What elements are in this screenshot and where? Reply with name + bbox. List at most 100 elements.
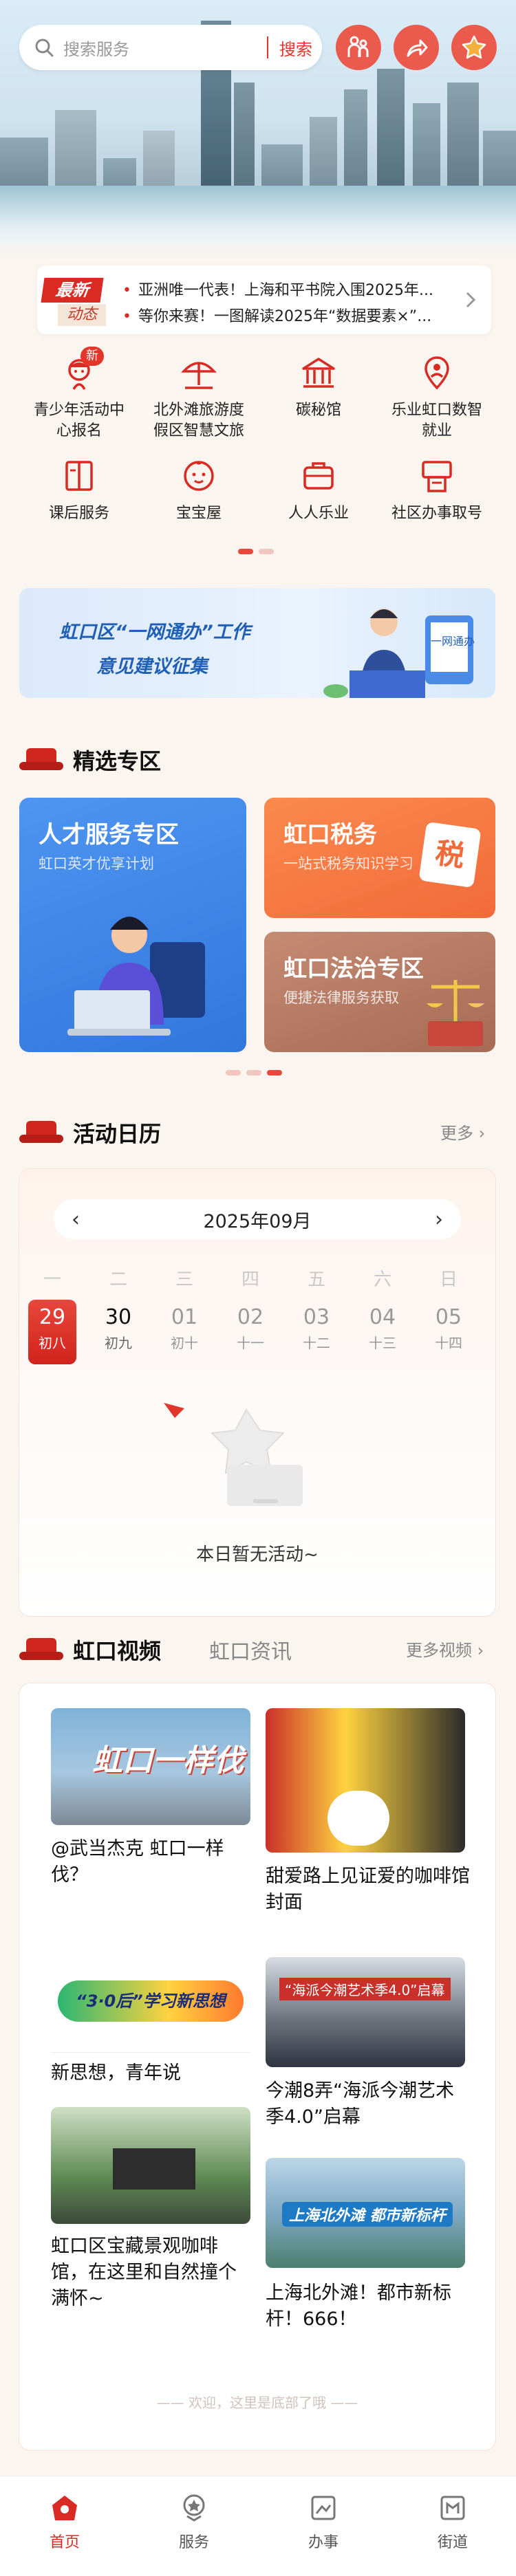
card-subtitle: 便捷法律服务获取 <box>283 990 399 1006</box>
home-icon <box>52 2496 77 2520</box>
weekday-label: 六 <box>373 1269 391 1290</box>
weekday-label: 五 <box>307 1269 325 1290</box>
tab-handle-affairs[interactable]: 办事 <box>282 2493 365 2552</box>
video-title[interactable]: @武当杰克 虹口一样伐？ <box>51 1836 250 1888</box>
family-button[interactable] <box>336 25 381 70</box>
video-header: 虹口视频 虹口资讯 <box>19 1634 292 1666</box>
service-label: 宝宝屋 <box>175 505 222 522</box>
share-button[interactable] <box>394 25 439 70</box>
search-divider <box>267 36 268 58</box>
video-thumbnail[interactable]: 上海北外滩 都市新标杆 <box>266 2158 465 2268</box>
tab-service[interactable]: 服务 <box>153 2493 235 2552</box>
calendar-more-link[interactable]: 更多 › <box>440 1120 485 1144</box>
section-title: 活动日历 <box>73 1121 162 1147</box>
video-thumbnail[interactable]: “海派今潮艺术季4.0”启幕 <box>266 1957 465 2067</box>
feedback-banner[interactable]: 虹口区“一网通办”工作 意见建议征集 一网通办 <box>19 588 495 698</box>
star-icon <box>462 35 486 59</box>
search-input[interactable]: 搜索服务 <box>63 36 267 60</box>
video-thumbnail[interactable] <box>51 2107 250 2224</box>
baby-icon <box>177 454 221 498</box>
service-employment[interactable]: 乐业虹口数智就业 <box>385 351 488 441</box>
service-label: 乐业虹口数智就业 <box>391 402 482 439</box>
service-employment-all[interactable]: 人人乐业 <box>267 454 370 524</box>
tax-seal-icon: 税 <box>418 821 482 888</box>
calendar-day-selected[interactable]: 29 初八 <box>28 1300 76 1364</box>
video-list: 虹口一样伐 @武当杰克 虹口一样伐？ “3·0后”学习新思想 新思想，青年说 虹… <box>19 1683 495 2450</box>
tab-news[interactable]: 虹口资讯 <box>209 1635 292 1665</box>
calendar-day[interactable]: 01 初十 <box>160 1300 208 1364</box>
family-icon <box>347 36 369 57</box>
prev-month-icon[interactable]: ‹ <box>72 1208 80 1232</box>
share-icon <box>407 39 428 57</box>
umbrella-icon <box>177 351 221 395</box>
briefcase-icon <box>297 454 341 498</box>
next-month-icon[interactable]: › <box>435 1208 443 1232</box>
service-after-school[interactable]: 课后服务 <box>28 454 131 524</box>
service-queue-ticket[interactable]: 社区办事取号 <box>385 454 488 524</box>
weekday-label: 一 <box>43 1269 61 1290</box>
service-tourism[interactable]: 北外滩旅游度假区智慧文旅 <box>147 351 250 441</box>
service-baby-house[interactable]: 宝宝屋 <box>147 454 250 524</box>
chevron-right-icon[interactable] <box>464 290 477 309</box>
service-label: 北外滩旅游度假区智慧文旅 <box>153 402 244 439</box>
tab-street[interactable]: 街道 <box>411 2493 494 2552</box>
news-item[interactable]: 亚洲唯一代表！上海和平书院入围2025年... <box>122 278 466 300</box>
legal-card[interactable]: 虹口法治专区 便捷法律服务获取 <box>264 932 495 1052</box>
thumbnail-text: “3·0后”学习新思想 <box>58 1980 244 2022</box>
section-title: 精选专区 <box>73 748 162 774</box>
video-thumbnail[interactable]: “3·0后”学习新思想 <box>51 1958 250 2048</box>
video-thumbnail[interactable]: 虹口一样伐 <box>51 1708 250 1825</box>
calendar-day[interactable]: 05 十四 <box>424 1300 473 1364</box>
talent-service-card[interactable]: 人才服务专区 虹口英才优享计划 <box>19 798 246 1052</box>
service-carbon-museum[interactable]: 碳秘馆 <box>267 351 370 421</box>
video-title[interactable]: 上海北外滩！都市新标杆！666！ <box>266 2280 472 2333</box>
banner-subtitle: 意见建议征集 <box>96 656 208 677</box>
pavilion-shape <box>113 2148 195 2190</box>
divider <box>51 2052 250 2053</box>
calendar-day[interactable]: 30 初九 <box>94 1300 142 1364</box>
calendar-header: 活动日历 <box>19 1117 161 1148</box>
tax-card[interactable]: 虹口税务 一站式税务知识学习 税 <box>264 798 495 918</box>
weekday-label: 三 <box>175 1269 193 1290</box>
favorite-button[interactable] <box>451 25 497 70</box>
banner-title: 虹口区“一网通办”工作 <box>59 622 250 643</box>
teddy-bear-shape <box>327 1791 389 1846</box>
tab-videos[interactable]: 虹口视频 <box>73 1634 161 1666</box>
news-ticker[interactable]: 最新 动态 亚洲唯一代表！上海和平书院入围2025年... 等你来赛！一图解读2… <box>37 265 491 334</box>
hat-icon <box>19 1121 63 1144</box>
video-title[interactable]: 虹口区宝藏景观咖啡馆，在这里和自然撞个满怀~ <box>51 2234 250 2312</box>
empty-state-illustration <box>164 1403 303 1506</box>
video-title[interactable]: 甜爱路上见证爱的咖啡馆封面 <box>266 1864 472 1916</box>
thumbnail-text: 虹口一样伐 <box>92 1743 244 1778</box>
featured-pager <box>226 1070 282 1076</box>
video-thumbnail[interactable] <box>266 1708 465 1853</box>
card-title: 人才服务专区 <box>39 821 179 849</box>
museum-icon <box>297 351 341 395</box>
card-subtitle: 虹口英才优享计划 <box>39 855 154 872</box>
featured-header: 精选专区 <box>19 744 161 776</box>
calendar-day[interactable]: 02 十一 <box>226 1300 275 1364</box>
weekday-label: 二 <box>109 1269 127 1290</box>
video-title[interactable]: 今潮8弄“海派今潮艺术季4.0”启幕 <box>266 2078 472 2130</box>
card-title: 虹口法治专区 <box>283 955 424 983</box>
service-youth-center[interactable]: 新 青少年活动中心报名 <box>28 347 131 441</box>
search-bar[interactable]: 搜索服务 搜索 <box>19 25 322 70</box>
month-switcher: ‹ 2025年09月 › <box>54 1199 461 1239</box>
tab-home[interactable]: 首页 <box>23 2493 106 2552</box>
youth-center-icon: 新 <box>57 347 104 395</box>
videos-more-link[interactable]: 更多视频 › <box>406 1637 484 1661</box>
search-button[interactable]: 搜索 <box>279 36 312 60</box>
card-subtitle: 一站式税务知识学习 <box>283 855 413 872</box>
calendar-day[interactable]: 04 十三 <box>358 1300 407 1364</box>
street-icon <box>440 2496 465 2520</box>
service-label: 碳秘馆 <box>295 402 341 419</box>
service-label: 课后服务 <box>48 505 109 522</box>
list-end-hint: —— 欢迎，这里是底部了哦 —— <box>156 2394 358 2411</box>
calendar-day[interactable]: 03 十二 <box>292 1300 341 1364</box>
video-title[interactable]: 新思想，青年说 <box>51 2060 250 2086</box>
book-icon <box>57 454 101 498</box>
empty-state-text: 本日暂无活动~ <box>196 1544 319 1565</box>
handle-affairs-icon <box>311 2496 336 2520</box>
news-item[interactable]: 等你来赛！一图解读2025年“数据要素×”... <box>122 304 466 326</box>
ticket-machine-icon <box>415 454 459 498</box>
